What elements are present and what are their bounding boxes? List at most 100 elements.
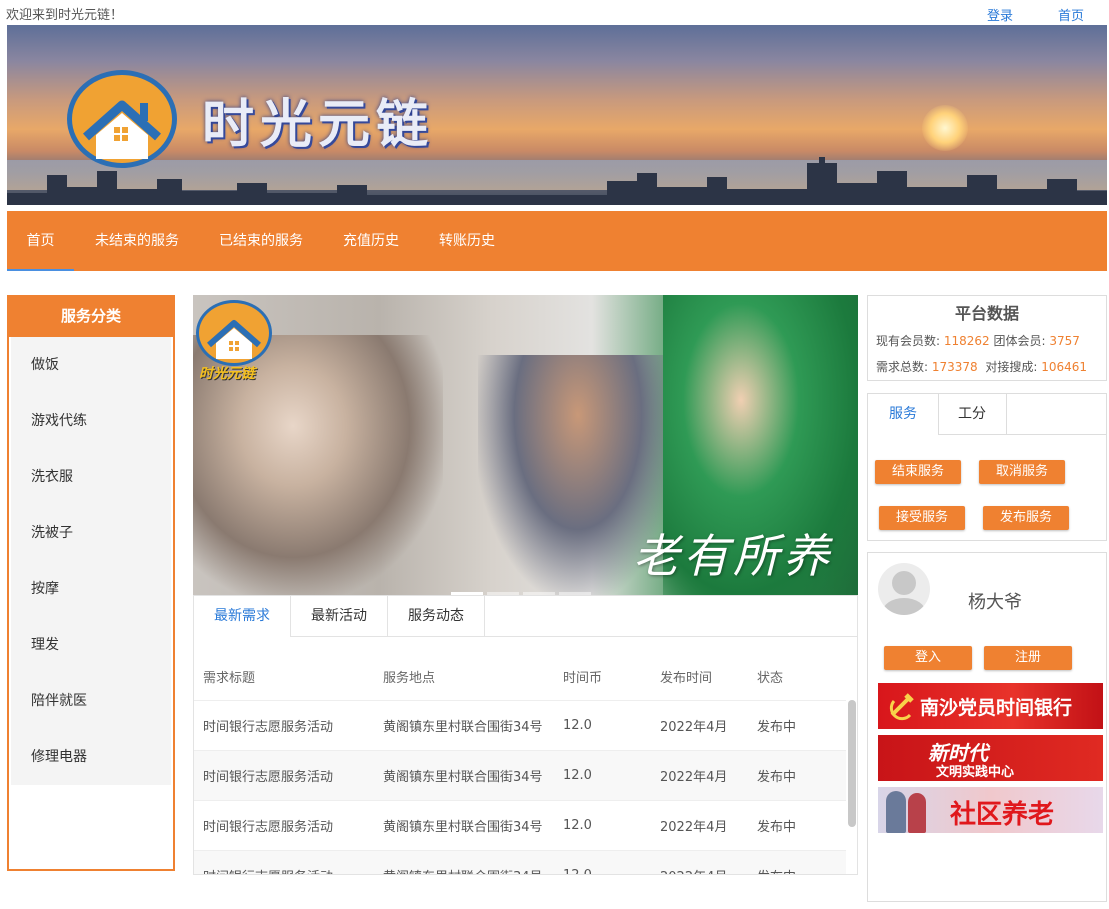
welcome-text: 欢迎来到时光元链！ <box>6 8 124 23</box>
demands-label: 需求总数: <box>876 360 929 374</box>
demands-count: 173378 <box>931 360 978 374</box>
matched-count: 106461 <box>1041 360 1088 374</box>
column-header: 发布时间 <box>660 670 713 686</box>
demand-table: 需求标题 服务地点 时间币 发布时间 状态 时间银行志愿服务活动 黄阁镇东里村联… <box>194 652 846 874</box>
tab-latest-activities[interactable]: 最新活动 <box>291 596 388 636</box>
stats-row-demands: 需求总数: 173378 对接搜成: 106461 <box>876 358 1087 375</box>
members-count: 118262 <box>943 334 990 348</box>
cell-location: 黄阁镇东里村联合围街34号 <box>374 700 554 751</box>
hammer-sickle-icon <box>889 693 914 721</box>
carousel-slogan: 老有所养 <box>633 529 833 583</box>
tab-work-points[interactable]: 工分 <box>938 394 1007 434</box>
cell-status: 发布中 <box>748 800 846 851</box>
cancel-service-button[interactable]: 取消服务 <box>979 460 1065 484</box>
category-item-laundry[interactable]: 洗衣服 <box>11 449 171 505</box>
civilization-center-banner[interactable]: 新时代 文明实践中心 <box>878 735 1103 781</box>
end-service-button[interactable]: 结束服务 <box>875 460 961 484</box>
cell-title: 时间银行志愿服务活动 <box>194 850 374 874</box>
accept-service-button[interactable]: 接受服务 <box>879 506 965 530</box>
service-actions-panel: 服务 工分 结束服务 取消服务 接受服务 发布服务 <box>867 393 1107 541</box>
cell-coins: 12.0 <box>554 700 651 751</box>
carousel-brand-text: 时光元链 <box>199 366 255 382</box>
column-header: 服务地点 <box>383 670 436 686</box>
avatar <box>878 563 930 615</box>
party-time-bank-banner[interactable]: 南沙党员时间银行 <box>878 683 1103 729</box>
category-item-hospital-escort[interactable]: 陪伴就医 <box>11 673 171 729</box>
category-item-haircut[interactable]: 理发 <box>11 617 171 673</box>
logo-icon <box>67 70 177 168</box>
cell-coins: 12.0 <box>554 850 651 874</box>
civilization-center-text: 文明实践中心 <box>936 765 1015 780</box>
cell-title: 时间银行志愿服务活动 <box>194 800 374 851</box>
cell-status: 发布中 <box>748 750 846 801</box>
elderly-couple-figure <box>886 791 906 833</box>
category-list: 做饭 游戏代练 洗衣服 洗被子 按摩 理发 陪伴就医 修理电器 <box>11 337 171 785</box>
header-banner: 时光元链 <box>7 25 1107 205</box>
stats-title: 平台数据 <box>954 304 1019 323</box>
cell-date: 2022年4月 <box>651 850 748 874</box>
nav-recharge-history[interactable]: 充值历史 <box>343 211 399 271</box>
category-item-cooking[interactable]: 做饭 <box>11 337 171 393</box>
cell-date: 2022年4月 <box>651 800 748 851</box>
members-label: 现有会员数: <box>876 334 941 348</box>
cell-coins: 12.0 <box>554 800 651 851</box>
home-link[interactable]: 首页 <box>1058 5 1084 24</box>
cell-location: 黄阁镇东里村联合围街34号 <box>374 750 554 801</box>
user-panel: 杨大爷 登入 注册 南沙党员时间银行 新时代 文明实践中心 社区养老 <box>867 552 1107 902</box>
category-item-massage[interactable]: 按摩 <box>11 561 171 617</box>
elderly-couple-figure-2 <box>908 793 926 833</box>
platform-stats: 平台数据 现有会员数: 118262 团体会员: 3757 需求总数: 1733… <box>867 295 1107 381</box>
hero-carousel[interactable]: 时光元链 老有所养 <box>193 295 858 595</box>
table-row[interactable]: 时间银行志愿服务活动 黄阁镇东里村联合围街34号 12.0 2022年4月 发布… <box>194 750 846 801</box>
cell-date: 2022年4月 <box>651 750 748 801</box>
community-elderly-care-text: 社区养老 <box>950 800 1055 830</box>
community-elderly-care-banner[interactable]: 社区养老 <box>878 787 1103 833</box>
table-row[interactable]: 时间银行志愿服务活动 黄阁镇东里村联合围街34号 12.0 2022年4月 发布… <box>194 800 846 851</box>
party-banner-text: 南沙党员时间银行 <box>920 697 1073 719</box>
group-members-count: 3757 <box>1049 334 1080 348</box>
nav-ongoing-services[interactable]: 未结束的服务 <box>95 211 179 271</box>
carousel-indicators <box>451 580 595 595</box>
cell-status: 发布中 <box>748 850 846 874</box>
banner-title: 时光元链 <box>202 95 435 155</box>
column-header: 时间币 <box>563 670 603 686</box>
stats-row-members: 现有会员数: 118262 团体会员: 3757 <box>876 332 1080 349</box>
cell-title: 时间银行志愿服务活动 <box>194 750 374 801</box>
nav-finished-services[interactable]: 已结束的服务 <box>219 211 303 271</box>
matched-label: 对接搜成: <box>985 360 1038 374</box>
user-name: 杨大爷 <box>968 592 1022 613</box>
cell-coins: 12.0 <box>554 750 651 801</box>
table-row[interactable]: 时间银行志愿服务活动 黄阁镇东里村联合围街34号 12.0 2022年4月 发布… <box>194 700 846 751</box>
category-item-quilt-washing[interactable]: 洗被子 <box>11 505 171 561</box>
feed-tabs: 最新需求 最新活动 服务动态 <box>194 596 857 637</box>
signin-button[interactable]: 登入 <box>884 646 972 670</box>
category-item-game-boosting[interactable]: 游戏代练 <box>11 393 171 449</box>
feed-panel: 最新需求 最新活动 服务动态 需求标题 服务地点 时间币 发布时间 状态 时间银… <box>193 595 858 875</box>
register-button[interactable]: 注册 <box>984 646 1072 670</box>
tab-service-news[interactable]: 服务动态 <box>388 596 485 636</box>
tab-services[interactable]: 服务 <box>868 394 939 434</box>
table-scrollbar[interactable] <box>848 700 856 827</box>
cell-location: 黄阁镇东里村联合围街34号 <box>374 800 554 851</box>
table-header-row: 需求标题 服务地点 时间币 发布时间 状态 <box>194 652 846 701</box>
nav-home[interactable]: 首页 <box>7 211 74 271</box>
nav-transfer-history[interactable]: 转账历史 <box>439 211 495 271</box>
tab-latest-demands[interactable]: 最新需求 <box>194 596 291 637</box>
category-item-appliance-repair[interactable]: 修理电器 <box>11 729 171 785</box>
table-row[interactable]: 时间银行志愿服务活动 黄阁镇东里村联合围街34号 12.0 2022年4月 发布… <box>194 850 846 874</box>
column-header: 状态 <box>757 670 784 686</box>
publish-service-button[interactable]: 发布服务 <box>983 506 1069 530</box>
city-skyline <box>7 157 1107 205</box>
cell-status: 发布中 <box>748 700 846 751</box>
sun-glow <box>922 105 968 151</box>
login-link[interactable]: 登录 <box>987 5 1013 24</box>
carousel-logo-icon <box>196 300 272 366</box>
group-members-label: 团体会员: <box>993 334 1046 348</box>
category-sidebar: 服务分类 做饭 游戏代练 洗衣服 洗被子 按摩 理发 陪伴就医 修理电器 <box>7 295 175 871</box>
cell-location: 黄阁镇东里村联合围街34号 <box>374 850 554 874</box>
main-nav: 首页 未结束的服务 已结束的服务 充值历史 转账历史 <box>7 211 1107 271</box>
top-bar: 欢迎来到时光元链！ 登录 首页 <box>0 0 1109 24</box>
column-header: 需求标题 <box>203 670 256 686</box>
category-title: 服务分类 <box>9 295 173 337</box>
tab-divider <box>938 434 1106 435</box>
